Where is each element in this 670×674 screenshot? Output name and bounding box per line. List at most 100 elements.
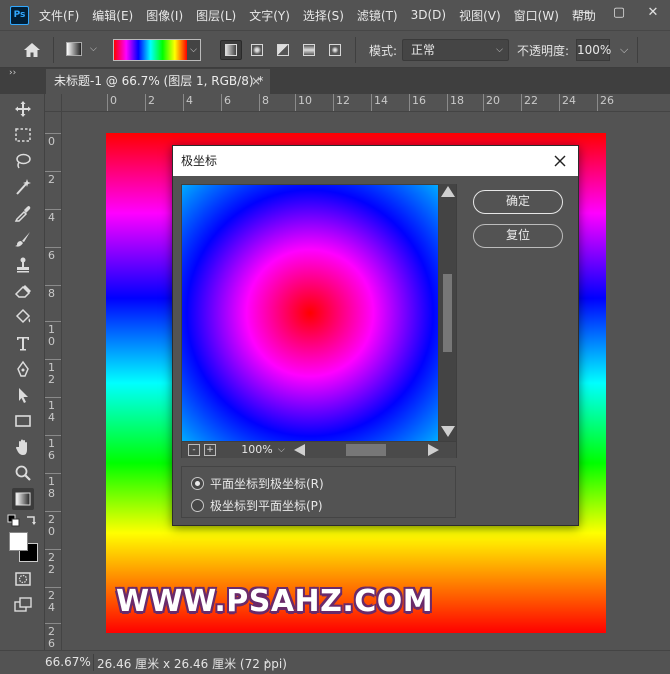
chevron-down-icon[interactable]: ⌵ xyxy=(90,44,97,54)
preview-vertical-scrollbar[interactable] xyxy=(439,184,456,441)
quick-mask-icon[interactable] xyxy=(12,568,34,590)
photoshop-logo-icon: Ps xyxy=(10,5,29,25)
eyedropper-tool-icon[interactable] xyxy=(12,202,34,224)
scroll-up-icon[interactable] xyxy=(441,186,455,197)
radial-gradient-button[interactable] xyxy=(246,40,268,60)
chevron-down-icon[interactable]: ⌵ xyxy=(620,43,628,57)
ruler-v-tick: 18 xyxy=(45,473,61,500)
ruler-h-tick: 14 xyxy=(371,94,388,111)
conversion-options: 平面坐标到极坐标(R) 极坐标到平面坐标(P) xyxy=(181,466,456,518)
angle-gradient-button[interactable] xyxy=(272,40,294,60)
scroll-right-icon[interactable] xyxy=(428,444,439,456)
menu-type[interactable]: 文字(Y) xyxy=(249,7,290,24)
polar-coordinates-dialog: 极坐标 - + 100% ⌵ 确定 复位 平面坐标到极坐标(R) 极坐标到平面坐… xyxy=(172,145,579,526)
zoom-tool-icon[interactable] xyxy=(12,462,34,484)
zoom-in-button[interactable]: + xyxy=(204,444,216,456)
brush-tool-icon[interactable] xyxy=(12,228,34,250)
document-info: 26.46 厘米 x 26.46 厘米 (72 ppi) xyxy=(97,657,287,671)
gradient-editor-swatch[interactable]: ⌵ xyxy=(113,39,201,61)
scrollbar-thumb[interactable] xyxy=(346,444,386,456)
divider xyxy=(637,37,638,63)
option-rect-to-polar[interactable]: 平面坐标到极坐标(R) xyxy=(191,474,324,492)
menu-filter[interactable]: 滤镜(T) xyxy=(357,7,398,24)
menu-edit[interactable]: 编辑(E) xyxy=(92,7,133,24)
ruler-h-tick: 12 xyxy=(333,94,350,111)
options-bar: ⌵ ⌵ 模式: 正常 ⌵ 不透明度: 100% ⌵ xyxy=(0,30,670,68)
radio-button[interactable] xyxy=(191,498,204,512)
hand-tool-icon[interactable] xyxy=(12,436,34,458)
gradient-tool-icon[interactable] xyxy=(12,488,34,510)
chevron-down-icon[interactable]: ⌵ xyxy=(187,40,200,60)
scroll-left-icon[interactable] xyxy=(294,444,305,456)
screen-mode-icon[interactable] xyxy=(12,594,34,616)
dialog-title: 极坐标 xyxy=(181,154,218,168)
ruler-origin[interactable] xyxy=(45,94,62,112)
lasso-tool-icon[interactable] xyxy=(12,150,34,172)
radio-button[interactable] xyxy=(191,476,204,490)
menu-select[interactable]: 选择(S) xyxy=(303,7,344,24)
document-tab[interactable]: 未标题-1 @ 66.7% (图层 1, RGB/8) * × xyxy=(46,69,270,94)
option-polar-to-rect[interactable]: 极坐标到平面坐标(P) xyxy=(191,496,323,514)
ok-button[interactable]: 确定 xyxy=(473,190,563,214)
ruler-v-tick: 22 xyxy=(45,549,61,576)
ruler-h-tick: 2 xyxy=(145,94,155,111)
menu-file[interactable]: 文件(F) xyxy=(39,7,79,24)
marquee-tool-icon[interactable] xyxy=(12,124,34,146)
pen-tool-icon[interactable] xyxy=(12,358,34,380)
chevron-down-icon: ⌵ xyxy=(496,45,503,55)
vertical-ruler[interactable]: 0 2 4 6 8 10 12 14 16 18 20 22 24 26 xyxy=(45,112,62,650)
close-tab-icon[interactable]: × xyxy=(251,69,261,93)
ruler-v-tick: 24 xyxy=(45,587,61,614)
close-icon[interactable] xyxy=(552,146,568,176)
minimize-button[interactable]: — xyxy=(568,0,602,24)
move-tool-icon[interactable] xyxy=(12,98,34,120)
eraser-tool-icon[interactable] xyxy=(12,280,34,302)
mode-select[interactable]: 正常 ⌵ xyxy=(402,39,509,61)
menu-3d[interactable]: 3D(D) xyxy=(411,8,446,22)
zoom-out-button[interactable]: - xyxy=(188,444,200,456)
swap-colors-icon[interactable] xyxy=(24,514,38,528)
linear-gradient-button[interactable] xyxy=(220,40,242,60)
menu-bar: Ps 文件(F) 编辑(E) 图像(I) 图层(L) 文字(Y) 选择(S) 滤… xyxy=(0,0,670,30)
menu-layer[interactable]: 图层(L) xyxy=(196,7,236,24)
reflected-gradient-button[interactable] xyxy=(298,40,320,60)
default-colors-icon[interactable] xyxy=(7,514,21,528)
ruler-v-tick: 20 xyxy=(45,511,61,538)
menu-view[interactable]: 视图(V) xyxy=(459,7,501,24)
opacity-input[interactable]: 100% xyxy=(576,39,611,61)
ruler-h-tick: 8 xyxy=(259,94,269,111)
horizontal-ruler[interactable]: 0 2 4 6 8 10 12 14 16 18 20 22 24 26 xyxy=(62,94,670,112)
ruler-h-tick: 22 xyxy=(521,94,538,111)
ruler-v-tick: 26 xyxy=(45,623,61,650)
path-selection-tool-icon[interactable] xyxy=(12,384,34,406)
collapse-panel-icon[interactable]: ›› xyxy=(9,68,16,78)
menu-image[interactable]: 图像(I) xyxy=(146,7,183,24)
opacity-label: 不透明度: xyxy=(517,44,570,58)
document-tab-title: 未标题-1 @ 66.7% (图层 1, RGB/8) * xyxy=(54,74,264,88)
scrollbar-thumb[interactable] xyxy=(443,274,452,352)
magic-wand-tool-icon[interactable] xyxy=(12,176,34,198)
ruler-h-tick: 0 xyxy=(107,94,117,111)
gradient-preview[interactable] xyxy=(114,40,187,60)
reset-button[interactable]: 复位 xyxy=(473,224,563,248)
status-menu-arrow-icon[interactable]: › xyxy=(265,654,270,668)
foreground-color-swatch[interactable] xyxy=(9,532,28,551)
close-window-button[interactable]: ✕ xyxy=(636,0,670,24)
maximize-button[interactable]: ▢ xyxy=(602,0,636,24)
gradient-preset-icon[interactable] xyxy=(66,42,82,56)
stamp-tool-icon[interactable] xyxy=(12,254,34,276)
scroll-down-icon[interactable] xyxy=(441,426,455,437)
document-tab-strip: ›› 未标题-1 @ 66.7% (图层 1, RGB/8) * × xyxy=(0,68,670,94)
type-tool-icon[interactable] xyxy=(12,332,34,354)
home-icon[interactable] xyxy=(22,40,42,60)
chevron-down-icon[interactable]: ⌵ xyxy=(278,442,285,458)
rectangle-tool-icon[interactable] xyxy=(12,410,34,432)
paint-bucket-tool-icon[interactable] xyxy=(12,306,34,328)
tools-panel xyxy=(0,94,45,650)
diamond-gradient-button[interactable] xyxy=(324,40,346,60)
menu-window[interactable]: 窗口(W) xyxy=(514,7,559,24)
zoom-level-field[interactable]: 66.67% xyxy=(45,655,91,669)
filter-preview[interactable] xyxy=(182,185,438,441)
ruler-h-tick: 6 xyxy=(221,94,231,111)
ruler-h-tick: 16 xyxy=(409,94,426,111)
